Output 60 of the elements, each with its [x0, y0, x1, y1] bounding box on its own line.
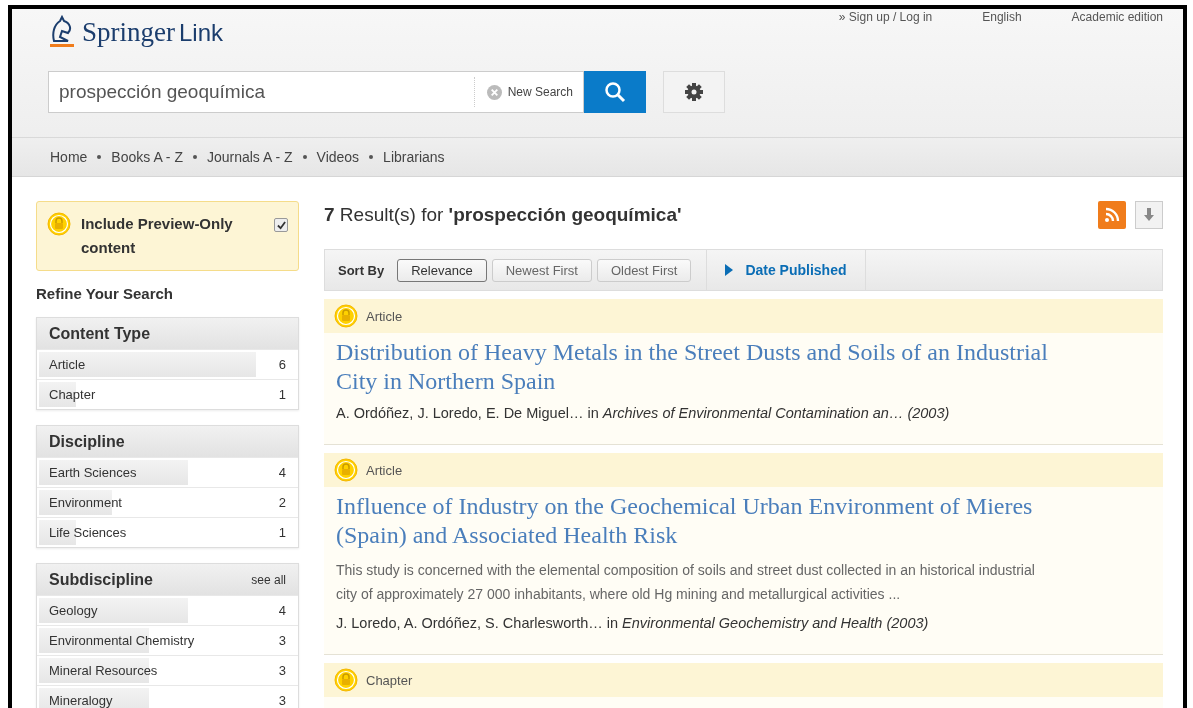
download-arrow-icon: [1143, 208, 1155, 222]
facet-title: Content Type: [49, 324, 151, 343]
lock-icon: [334, 458, 358, 482]
search-button[interactable]: [584, 71, 646, 113]
nav-link[interactable]: Home: [50, 149, 88, 165]
lock-icon: [47, 212, 71, 236]
bullet-icon: [302, 155, 307, 159]
refine-heading: Refine Your Search: [36, 285, 174, 302]
triangle-icon: [725, 264, 734, 276]
see-all-link[interactable]: see all: [251, 572, 286, 587]
facet-title: Discipline: [49, 432, 125, 451]
result-snippet: This study is concerned with the elemental composition of soils and street dust collected in an historical industrial city of approximately 27 000 inhabitants, where old Hg mining and metallurgical activities ...: [336, 561, 1036, 604]
search-icon: [604, 81, 626, 103]
facet-item[interactable]: Environment 2: [37, 487, 298, 517]
facet-item[interactable]: Environmental Chemistry 3: [37, 625, 298, 655]
preview-only-label: Include Preview-Only content: [81, 214, 234, 258]
date-published-filter[interactable]: Date Published: [706, 250, 866, 290]
clear-icon: [486, 84, 502, 100]
download-button[interactable]: [1135, 201, 1163, 229]
sort-label: Sort By: [337, 262, 386, 278]
bullet-icon: [97, 155, 102, 159]
result-byline: J. Loredo, A. Ordóñez, S. Charlesworth… in Environmental Geochemistry and Health (2003): [336, 614, 930, 633]
bullet-icon: [369, 155, 374, 159]
nav-link[interactable]: Videos: [316, 149, 360, 165]
facet-item[interactable]: Earth Sciences 4: [37, 457, 298, 487]
bullet-icon: [192, 155, 197, 159]
result-byline: A. Ordóñez, J. Loredo, E. De Miguel… in Archives of Environmental Contamination an… (2003): [336, 404, 951, 423]
settings-button[interactable]: [663, 71, 725, 113]
top-link[interactable]: English: [982, 10, 1022, 24]
facet-item[interactable]: Mineralogy 3: [37, 685, 298, 708]
content-type-label: Article: [366, 308, 403, 324]
facet-item[interactable]: Article 6: [37, 349, 298, 379]
sort-button[interactable]: Newest First: [491, 258, 592, 282]
preview-checkbox[interactable]: [274, 218, 288, 232]
nav-link[interactable]: Librarians: [383, 149, 445, 165]
sort-button[interactable]: Relevance: [397, 258, 487, 282]
rss-button[interactable]: [1098, 201, 1126, 229]
result-title[interactable]: Distribution of Heavy Metals in the Street Dusts and Soils of an Industrial City in Northern Spain: [336, 338, 1056, 396]
lock-icon: [334, 668, 358, 692]
lock-icon: [334, 304, 358, 328]
rss-icon: [1104, 207, 1120, 223]
sort-button[interactable]: Oldest First: [596, 258, 692, 282]
content-type-label: Chapter: [366, 672, 413, 688]
nav-link[interactable]: Journals A - Z: [206, 149, 293, 165]
top-link[interactable]: » Sign up / Log in: [838, 10, 933, 24]
new-search-button[interactable]: New Search: [473, 77, 583, 107]
content-type-label: Article: [366, 462, 403, 478]
facet-item[interactable]: Chapter 1: [37, 379, 298, 409]
facet-item[interactable]: Mineral Resources 3: [37, 655, 298, 685]
top-link[interactable]: Academic edition: [1071, 10, 1163, 24]
facet-item[interactable]: Life Sciences 1: [37, 517, 298, 547]
facet-item[interactable]: Geology 4: [37, 595, 298, 625]
logo[interactable]: Springer Link: [48, 9, 223, 49]
nav-link[interactable]: Books A - Z: [111, 149, 183, 165]
result-title[interactable]: Influence of Industry on the Geochemical Urban Environment of Mieres (Spain) and Associated Health Risk: [336, 492, 1056, 550]
horse-logo-icon: [48, 15, 76, 49]
results-heading: 7 Result(s) for 'prospección geoquímica': [324, 204, 682, 226]
facet-title: Subdiscipline: [49, 570, 153, 589]
settings-icon: [684, 82, 704, 102]
search-field[interactable]: prospección geoquímica New Search: [48, 71, 584, 113]
